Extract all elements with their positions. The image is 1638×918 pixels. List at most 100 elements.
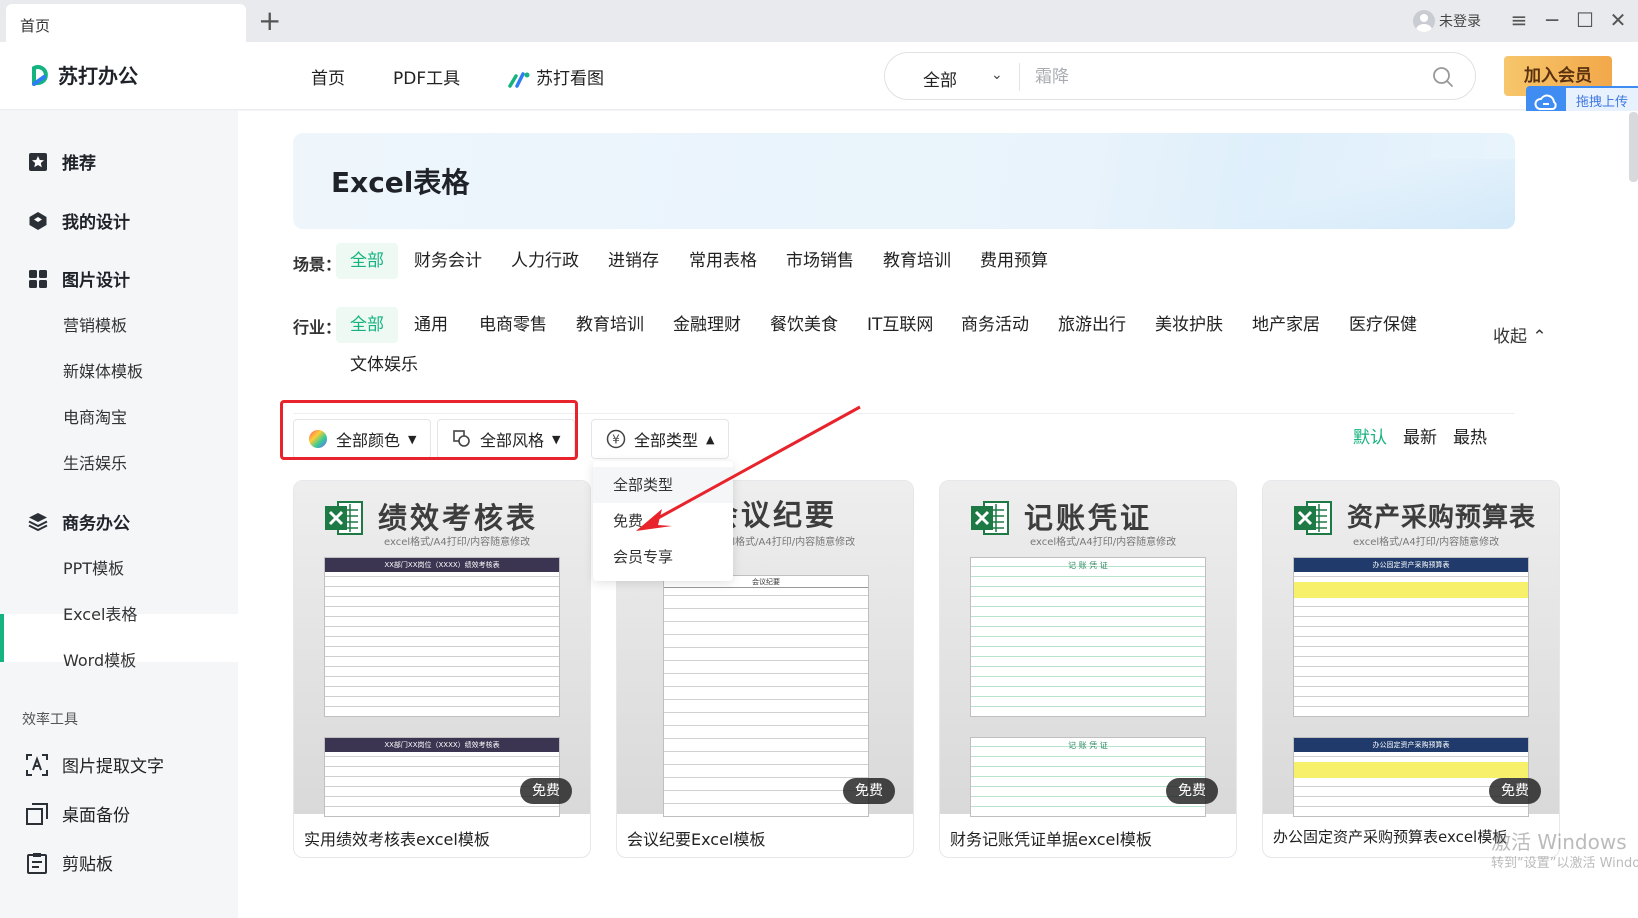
sidebar-item-ppt[interactable]: PPT模板 — [63, 555, 124, 579]
thumbnail-title: 资产采购预算表 — [1347, 503, 1537, 533]
sidebar-item-ecommerce[interactable]: 电商淘宝 — [63, 404, 127, 428]
scene-chip[interactable]: 费用预算 — [966, 243, 1062, 279]
free-badge: 免费 — [520, 778, 572, 804]
industry-chip[interactable]: IT互联网 — [853, 307, 947, 343]
login-label: 未登录 — [1439, 14, 1481, 30]
logo[interactable]: 苏打办公 — [30, 60, 138, 89]
caret-up-icon: ▲ — [706, 432, 715, 446]
industry-chip[interactable]: 文体娱乐 — [336, 347, 432, 383]
menu-icon[interactable]: ≡ — [1505, 6, 1533, 34]
bookmark-star-icon — [29, 152, 47, 171]
industry-chip[interactable]: 美妆护肤 — [1141, 307, 1237, 343]
excel-icon — [324, 499, 364, 537]
sidebar-item-new-media[interactable]: 新媒体模板 — [63, 358, 143, 382]
scene-chip[interactable]: 财务会计 — [400, 243, 496, 279]
sidebar-item-word[interactable]: Word模板 — [63, 647, 136, 671]
industry-chip-all[interactable]: 全部 — [336, 307, 398, 343]
sort-latest[interactable]: 最新 — [1403, 423, 1437, 448]
tab-home[interactable]: 首页 — [6, 4, 246, 42]
collapse-button[interactable]: 收起 ⌃ — [1493, 322, 1547, 347]
type-filter-menu: 全部类型 免费 会员专享 — [593, 461, 733, 581]
tool-label: 图片提取文字 — [62, 757, 164, 777]
type-filter-dropdown[interactable]: ¥ 全部类型 ▲ — [591, 419, 730, 459]
sidebar-item-business[interactable]: 商务办公 — [28, 509, 130, 534]
free-badge: 免费 — [843, 778, 895, 804]
sheet-title: 办公固定资产采购预算表 — [1294, 558, 1528, 572]
minimize-icon[interactable]: ─ — [1538, 6, 1566, 34]
avatar-icon — [1413, 10, 1435, 32]
template-card[interactable]: 记账凭证 excel格式/A4打印/内容随意修改 记 账 凭 证 记 账 凭 证… — [939, 480, 1237, 858]
sidebar-item-excel[interactable]: Excel表格 — [63, 601, 137, 625]
free-badge: 免费 — [1489, 778, 1541, 804]
nav-kantu[interactable]: 苏打看图 — [508, 64, 604, 89]
scene-chip-all[interactable]: 全部 — [336, 243, 398, 279]
sidebar-item-marketing[interactable]: 营销模板 — [63, 312, 127, 336]
main-content: Excel表格 场景： 全部 财务会计 人力行政 进销存 常用表格 市场销售 教… — [238, 111, 1638, 918]
sidebar-item-recommend[interactable]: 推荐 — [28, 149, 96, 174]
sort-hottest[interactable]: 最热 — [1453, 423, 1487, 448]
sidebar-item-image-design[interactable]: 图片设计 — [28, 266, 130, 291]
maximize-icon[interactable]: ☐ — [1571, 6, 1599, 34]
industry-label: 行业： — [293, 318, 342, 337]
industry-chip[interactable]: 通用 — [400, 307, 462, 343]
industry-chip[interactable]: 餐饮美食 — [756, 307, 852, 343]
nav-kantu-label: 苏打看图 — [536, 69, 604, 89]
tool-ocr[interactable]: 图片提取文字 — [26, 752, 164, 777]
tool-clipboard[interactable]: 剪贴板 — [26, 850, 113, 875]
text-extract-icon — [26, 753, 48, 776]
template-card[interactable]: 绩效考核表 excel格式/A4打印/内容随意修改 XX部门XX岗位（XXXX）… — [293, 480, 591, 858]
sidebar-group-label: 图片设计 — [62, 271, 130, 291]
sidebar-item-my-design[interactable]: 我的设计 — [28, 208, 130, 233]
menu-item-all-types[interactable]: 全部类型 — [593, 467, 733, 503]
activation-watermark: 激活 Windows — [1491, 830, 1627, 854]
type-filter-label: 全部类型 — [634, 431, 699, 450]
template-card[interactable]: 资产采购预算表 excel格式/A4打印/内容随意修改 办公固定资产采购预算表 … — [1262, 480, 1560, 858]
logo-text: 苏打办公 — [58, 64, 138, 88]
scene-chip[interactable]: 市场销售 — [772, 243, 868, 279]
sheet-preview: 记 账 凭 证 — [970, 737, 1206, 817]
search-icon[interactable] — [1431, 65, 1455, 89]
sidebar-group-label: 商务办公 — [62, 514, 130, 534]
nav-pdf-tools[interactable]: PDF工具 — [393, 64, 460, 89]
nav-home[interactable]: 首页 — [311, 64, 345, 89]
sheet-preview: 办公固定资产采购预算表 — [1293, 737, 1529, 817]
scene-chip[interactable]: 常用表格 — [675, 243, 771, 279]
template-thumbnail: 绩效考核表 excel格式/A4打印/内容随意修改 XX部门XX岗位（XXXX）… — [294, 481, 590, 817]
sort-default[interactable]: 默认 — [1353, 423, 1387, 448]
scrollbar[interactable] — [1629, 112, 1638, 182]
industry-chip[interactable]: 金融理财 — [659, 307, 755, 343]
sidebar-section-label: 效率工具 — [22, 712, 78, 728]
menu-item-free[interactable]: 免费 — [593, 503, 733, 539]
search-box: 全部 ⌄ — [884, 52, 1476, 100]
industry-chip[interactable]: 电商零售 — [465, 307, 561, 343]
search-input[interactable] — [1035, 62, 1425, 92]
scene-chip[interactable]: 人力行政 — [497, 243, 593, 279]
template-name: 实用绩效考核表excel模板 — [304, 830, 490, 849]
industry-chip[interactable]: 商务活动 — [947, 307, 1043, 343]
industry-chip[interactable]: 旅游出行 — [1044, 307, 1140, 343]
scene-chip[interactable]: 进销存 — [594, 243, 673, 279]
scene-chip[interactable]: 教育培训 — [869, 243, 965, 279]
close-icon[interactable]: ✕ — [1604, 6, 1632, 34]
clipboard-icon — [27, 852, 47, 874]
industry-chip[interactable]: 医疗保健 — [1335, 307, 1431, 343]
industry-chip[interactable]: 地产家居 — [1238, 307, 1334, 343]
sheet-title: 办公固定资产采购预算表 — [1294, 738, 1528, 752]
sheet-preview: 记 账 凭 证 — [970, 557, 1206, 717]
collapse-label: 收起 — [1493, 327, 1527, 347]
login-button[interactable]: 未登录 — [1413, 8, 1481, 34]
tool-desktop-backup[interactable]: 桌面备份 — [26, 801, 130, 826]
industry-chip[interactable]: 教育培训 — [562, 307, 658, 343]
chevron-down-icon[interactable]: ⌄ — [991, 67, 1003, 83]
sidebar-group-label: 我的设计 — [62, 213, 130, 233]
search-divider — [1019, 63, 1020, 91]
new-tab-button[interactable]: + — [258, 6, 281, 36]
sheet-preview: 会议纪要 — [663, 575, 869, 817]
scene-label: 场景： — [293, 255, 342, 274]
highlight-annotation-box — [280, 400, 578, 460]
search-scope[interactable]: 全部 — [923, 66, 957, 91]
menu-item-vip[interactable]: 会员专享 — [593, 539, 733, 575]
sidebar-item-lifestyle[interactable]: 生活娱乐 — [63, 450, 127, 474]
activation-watermark-sub: 转到“设置”以激活 Windows。 — [1491, 856, 1638, 871]
thumbnail-subtitle: excel格式/A4打印/内容随意修改 — [1030, 537, 1177, 548]
